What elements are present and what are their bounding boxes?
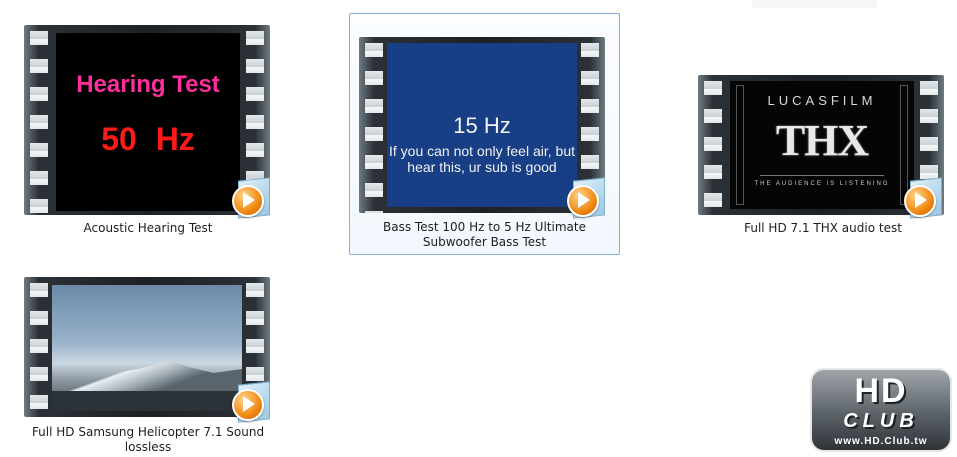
- file-name: Full HD 7.1 THX audio test: [744, 221, 902, 235]
- thumbnail-preview: Hearing Test 50 Hz: [56, 33, 240, 211]
- preview-text-line2: 50 Hz: [101, 121, 195, 157]
- file-item-bass-test[interactable]: 15 Hz If you can not only feel air, but …: [349, 13, 620, 255]
- mountain-scene: [52, 361, 242, 393]
- file-item-thx-audio-test[interactable]: LUCASFILM THX THE AUDIENCE IS LISTENING …: [695, 72, 951, 240]
- top-strip: [752, 0, 877, 8]
- preview-text-line1: 15 Hz: [453, 113, 511, 138]
- file-name: Full HD Samsung Helicopter 7.1 Sound los…: [31, 425, 265, 454]
- preview-text-line2: If you can not only feel air, but hear t…: [388, 143, 575, 175]
- thumbnail-preview: LUCASFILM THX THE AUDIENCE IS LISTENING: [730, 81, 914, 209]
- preview-text-line1: LUCASFILM: [767, 93, 877, 108]
- file-name: Acoustic Hearing Test: [83, 221, 213, 235]
- watermark-url: www.HD.Club.tw: [834, 436, 928, 447]
- preview-text-line3: THE AUDIENCE IS LISTENING: [754, 181, 890, 187]
- watermark-line1: HD: [854, 372, 908, 410]
- preview-text-line2: THX: [775, 116, 869, 165]
- video-thumbnail: Hearing Test 50 Hz: [24, 25, 270, 219]
- hdclub-watermark-logo: HD CLUB www.HD.Club.tw: [810, 368, 952, 452]
- video-thumbnail: LUCASFILM THX THE AUDIENCE IS LISTENING: [698, 75, 944, 219]
- media-player-play-icon: [904, 177, 942, 219]
- media-player-play-icon: [567, 177, 605, 219]
- file-item-acoustic-hearing-test[interactable]: Hearing Test 50 Hz Acoustic Hearing Test: [20, 18, 276, 240]
- thumbnail-preview: 15 Hz If you can not only feel air, but …: [387, 43, 577, 207]
- preview-text-line1: Hearing Test: [76, 71, 220, 98]
- video-thumbnail: 15 Hz If you can not only feel air, but …: [359, 37, 605, 219]
- video-thumbnail: [24, 277, 270, 423]
- file-item-samsung-helicopter[interactable]: Full HD Samsung Helicopter 7.1 Sound los…: [20, 274, 276, 454]
- watermark-line2: CLUB: [843, 410, 919, 432]
- thumbnail-preview: [52, 285, 242, 411]
- file-name: Bass Test 100 Hz to 5 Hz Ultimate Subwoo…: [383, 220, 586, 249]
- media-player-play-icon: [232, 381, 270, 423]
- media-player-play-icon: [232, 177, 270, 219]
